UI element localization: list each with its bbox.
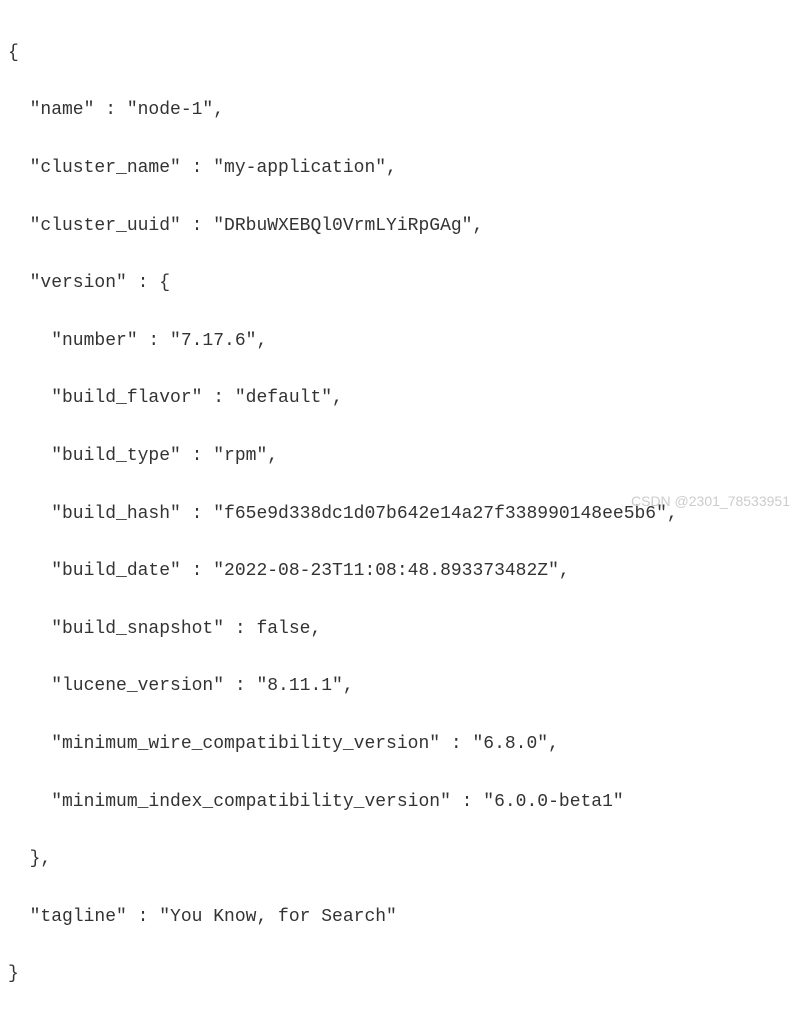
code-line: "build_type" : "rpm", [8,442,794,471]
code-line: "version" : { [8,269,794,298]
code-line: } [8,960,794,989]
watermark: CSDN @2301_78533951 [631,490,790,512]
code-line: "name" : "node-1", [8,96,794,125]
code-line: "number" : "7.17.6", [8,327,794,356]
code-line: "minimum_index_compatibility_version" : … [8,788,794,817]
json-code-block: { "name" : "node-1", "cluster_name" : "m… [8,10,794,1018]
code-line: "cluster_uuid" : "DRbuWXEBQl0VrmLYiRpGAg… [8,212,794,241]
code-line: "tagline" : "You Know, for Search" [8,903,794,932]
code-line: "build_snapshot" : false, [8,615,794,644]
code-line: "lucene_version" : "8.11.1", [8,672,794,701]
code-line: "minimum_wire_compatibility_version" : "… [8,730,794,759]
code-line: "build_flavor" : "default", [8,384,794,413]
code-line: "cluster_name" : "my-application", [8,154,794,183]
code-line: { [8,39,794,68]
code-line: "build_date" : "2022-08-23T11:08:48.8933… [8,557,794,586]
code-line: }, [8,845,794,874]
